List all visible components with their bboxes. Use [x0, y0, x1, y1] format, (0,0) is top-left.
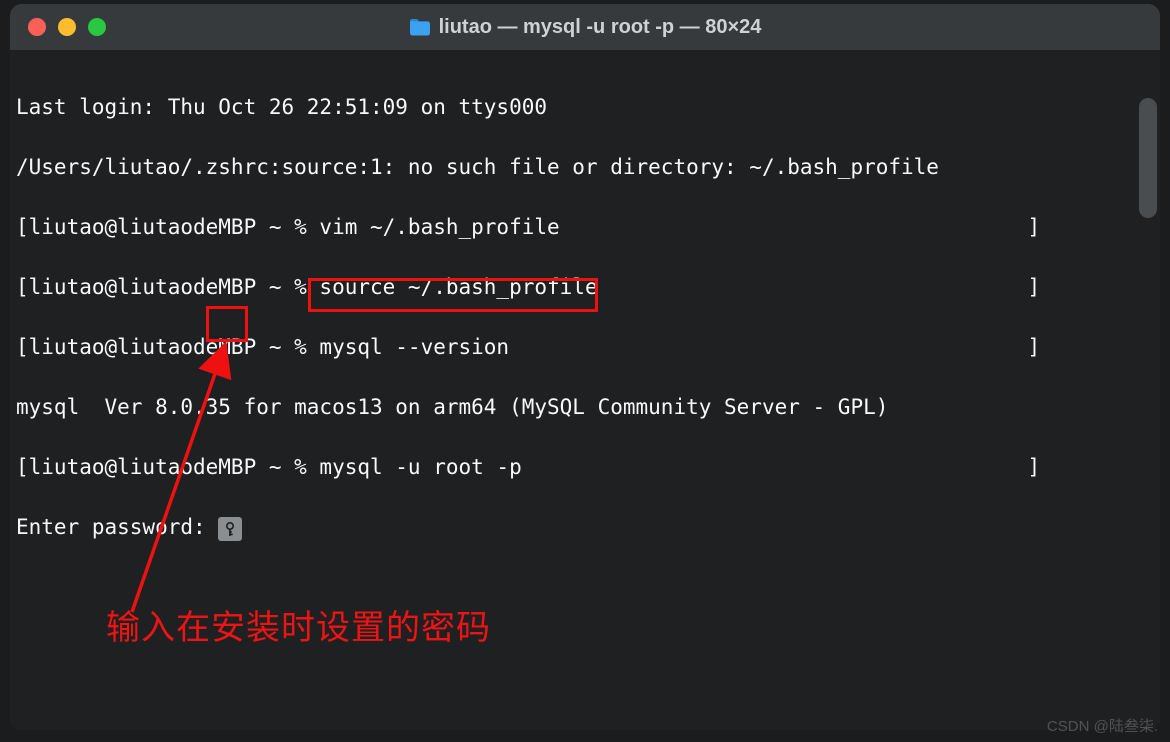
terminal-line: Last login: Thu Oct 26 22:51:09 on ttys0…: [16, 92, 1154, 122]
titlebar: liutao — mysql -u root -p — 80×24: [10, 4, 1160, 50]
terminal-line: Enter password:: [16, 512, 1154, 542]
folder-icon: [409, 18, 431, 36]
maximize-button[interactable]: [88, 18, 106, 36]
terminal-output: Last login: Thu Oct 26 22:51:09 on ttys0…: [10, 50, 1160, 608]
window-title-wrap: liutao — mysql -u root -p — 80×24: [10, 16, 1160, 39]
terminal-window: liutao — mysql -u root -p — 80×24 Last l…: [10, 4, 1160, 730]
terminal-line: /Users/liutao/.zshrc:source:1: no such f…: [16, 152, 1154, 182]
traffic-lights: [28, 18, 106, 36]
key-icon: [218, 517, 242, 541]
terminal-line: [liutao@liutaodeMBP ~ % vim ~/.bash_prof…: [16, 212, 1154, 242]
terminal-line: [liutao@liutaodeMBP ~ % source ~/.bash_p…: [16, 272, 1154, 302]
password-prompt: Enter password:: [16, 515, 218, 539]
window-title: liutao — mysql -u root -p — 80×24: [439, 16, 762, 39]
terminal-line: [liutao@liutaodeMBP ~ % mysql -u root -p…: [16, 452, 1154, 482]
close-button[interactable]: [28, 18, 46, 36]
minimize-button[interactable]: [58, 18, 76, 36]
scrollbar-thumb[interactable]: [1139, 98, 1157, 218]
terminal-line: mysql Ver 8.0.35 for macos13 on arm64 (M…: [16, 392, 1154, 422]
terminal-line: [liutao@liutaodeMBP ~ % mysql --version …: [16, 332, 1154, 362]
terminal-body[interactable]: Last login: Thu Oct 26 22:51:09 on ttys0…: [10, 50, 1160, 730]
